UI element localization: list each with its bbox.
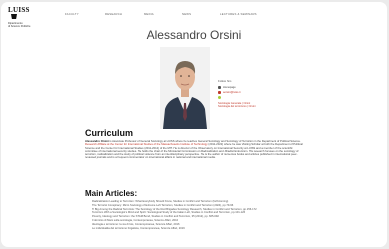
portrait-illustration [160, 47, 210, 129]
mail-icon [218, 91, 221, 94]
nav-media[interactable]: MEDIA [144, 12, 154, 16]
orcid-icon [218, 96, 221, 99]
follow-label: Follow him [218, 79, 232, 83]
contact-row-homepage[interactable]: Homepage [218, 86, 338, 89]
curriculum-heading: Curriculum [85, 128, 134, 138]
homepage-link[interactable]: Homepage [223, 86, 236, 89]
crest-icon [11, 14, 17, 19]
page-title: Alessandro Orsini [146, 28, 242, 42]
profile-info: Follow him Homepage aorsini@luiss.it Soc… [218, 79, 338, 109]
nav-research[interactable]: RESEARCH [105, 12, 122, 16]
email-link[interactable]: aorsini@luiss.it [223, 91, 240, 94]
page: LUISS Dipartimento di Scienze Politiche … [1, 2, 387, 247]
course-link-2[interactable]: Sociologia del terrorismo | Orsini [218, 105, 338, 108]
list-item: Le individualita del terrorismo brigatis… [92, 227, 292, 231]
orcid-badge[interactable] [218, 96, 338, 99]
nav-faculty[interactable]: FACULTY [65, 12, 79, 16]
profile-photo [160, 47, 210, 129]
contact-row-email[interactable]: aorsini@luiss.it [218, 91, 338, 94]
curriculum-rest: (2011-2022) where he was Visiting Schola… [85, 143, 303, 160]
luiss-logo[interactable]: LUISS Dipartimento di Scienze Politiche [8, 6, 38, 29]
site-header: LUISS Dipartimento di Scienze Politiche … [1, 2, 387, 29]
nav-news[interactable]: NEWS [182, 12, 191, 16]
nav-lectures-seminars[interactable]: LECTURES & SEMINARS [220, 12, 257, 16]
articles-list: Radicalization Leading to Terrorism: Wha… [88, 200, 292, 230]
home-icon [218, 86, 221, 89]
curriculum-text: Alessandro Orsini is Associate Professor… [85, 140, 305, 192]
logo-word: LUISS [8, 6, 30, 14]
articles-heading: Main Articles: [85, 189, 138, 198]
